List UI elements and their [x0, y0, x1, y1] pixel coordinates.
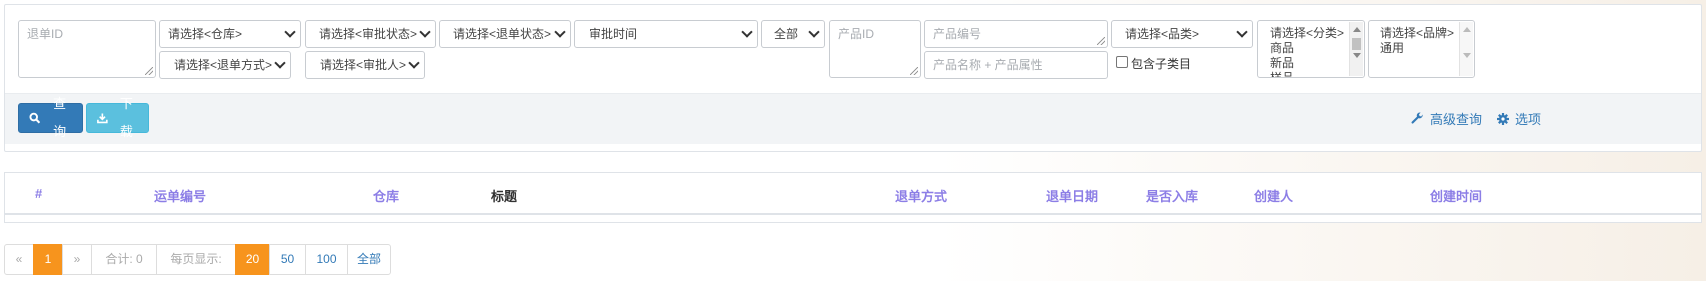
brand-option[interactable]: 通用 — [1380, 41, 1466, 56]
wrench-icon — [1411, 112, 1423, 124]
product-id-placeholder: 产品ID — [838, 27, 875, 41]
page-size-20-button[interactable]: 20 — [235, 244, 270, 275]
classification-option[interactable]: 请选择<分类> — [1270, 26, 1356, 41]
return-id-placeholder: 退单ID — [27, 27, 64, 41]
options-link[interactable]: 选项 — [1497, 109, 1541, 128]
query-button-label: 查询 — [53, 96, 67, 139]
resize-grip-icon[interactable] — [145, 67, 153, 75]
chevron-down-icon — [284, 26, 296, 38]
return-method-select-value: 请选择<退单方式> — [174, 58, 273, 72]
chevron-down-icon — [741, 26, 753, 38]
scroll-thumb[interactable] — [1352, 38, 1361, 50]
chevron-down-icon — [408, 57, 420, 69]
chevron-down-icon — [419, 26, 431, 38]
scroll-up-icon[interactable] — [1463, 27, 1471, 32]
approval-status-select-value: 请选择<审批状态> — [319, 27, 418, 41]
total-count: 合计: 0 — [91, 244, 157, 275]
advanced-query-link[interactable]: 高级查询 — [1411, 109, 1482, 128]
include-subcategory-checkbox[interactable] — [1116, 56, 1128, 68]
category-select[interactable]: 请选择<品类> — [1111, 20, 1253, 48]
page-1-button[interactable]: 1 — [33, 244, 63, 275]
product-name-placeholder: 产品名称 + 产品属性 — [933, 58, 1043, 72]
options-label: 选项 — [1515, 112, 1542, 127]
product-name-input[interactable]: 产品名称 + 产品属性 — [924, 51, 1108, 79]
gear-icon — [1497, 112, 1509, 125]
approval-time-select-value: 审批时间 — [589, 27, 638, 41]
query-button[interactable]: 查询 — [18, 96, 83, 139]
return-status-select[interactable]: 请选择<退单状态> — [439, 20, 571, 48]
next-page-button[interactable]: » — [62, 244, 92, 275]
column-header-warehouse[interactable]: 仓库 — [373, 186, 399, 205]
per-page-label: 每页显示: — [156, 244, 236, 275]
classification-option[interactable]: 样品 — [1270, 71, 1356, 77]
column-header-title: 标题 — [491, 189, 518, 204]
approval-status-select[interactable]: 请选择<审批状态> — [305, 20, 436, 48]
approver-select-value: 请选择<审批人> — [320, 58, 407, 72]
scroll-up-icon[interactable] — [1353, 27, 1361, 32]
advanced-query-label: 高级查询 — [1430, 112, 1483, 127]
prev-page-button[interactable]: « — [4, 244, 34, 275]
all-select[interactable]: 全部 — [761, 20, 825, 48]
column-header-stocked[interactable]: 是否入库 — [1146, 186, 1198, 205]
all-select-value: 全部 — [774, 27, 799, 41]
product-code-textarea[interactable]: 产品编号 — [924, 20, 1108, 48]
search-icon — [29, 112, 41, 124]
pagination: « 1 » 合计: 0 每页显示: 20 50 100 全部 — [4, 244, 391, 275]
column-header-creator[interactable]: 创建人 — [1254, 186, 1293, 205]
page-size-50-button[interactable]: 50 — [269, 244, 306, 275]
resize-grip-icon[interactable] — [910, 67, 918, 75]
download-button-label: 下载 — [119, 96, 133, 139]
chevron-down-icon — [554, 26, 566, 38]
column-header-index[interactable]: # — [35, 186, 42, 201]
chevron-down-icon — [274, 57, 286, 69]
chevron-down-icon — [808, 26, 820, 38]
chevron-down-icon — [1236, 26, 1248, 38]
resize-grip-icon[interactable] — [1097, 37, 1105, 45]
classification-option[interactable]: 商品 — [1270, 41, 1356, 56]
download-button[interactable]: 下载 — [86, 96, 149, 139]
warehouse-select[interactable]: 请选择<仓库> — [159, 20, 301, 48]
scroll-down-icon[interactable] — [1353, 53, 1361, 58]
return-status-select-value: 请选择<退单状态> — [453, 27, 552, 41]
scrollbar[interactable] — [1459, 22, 1473, 76]
warehouse-select-value: 请选择<仓库> — [168, 27, 243, 41]
column-header-return-method[interactable]: 退单方式 — [895, 186, 947, 205]
approver-select[interactable]: 请选择<审批人> — [305, 51, 425, 79]
brand-listbox[interactable]: 请选择<品牌> 通用 — [1368, 20, 1475, 78]
product-id-textarea[interactable]: 产品ID — [829, 20, 921, 78]
page-size-100-button[interactable]: 100 — [305, 244, 348, 275]
data-table: # 运单编号 仓库 标题 退单方式 退单日期 是否入库 创建人 创建时间 — [4, 172, 1702, 223]
category-select-value: 请选择<品类> — [1125, 27, 1200, 41]
product-code-placeholder: 产品编号 — [933, 27, 982, 41]
download-icon — [97, 113, 108, 124]
column-header-waybill-number[interactable]: 运单编号 — [154, 186, 206, 205]
classification-listbox[interactable]: 请选择<分类> 商品 新品 样品 — [1257, 20, 1365, 78]
column-header-return-date[interactable]: 退单日期 — [1046, 186, 1098, 205]
brand-option[interactable]: 请选择<品牌> — [1380, 26, 1466, 41]
table-header-divider — [5, 213, 1701, 215]
return-id-textarea[interactable]: 退单ID — [18, 20, 156, 78]
include-subcategory-label: 包含子类目 — [1131, 57, 1192, 71]
approval-time-select[interactable]: 审批时间 — [574, 20, 758, 48]
page-size-all-button[interactable]: 全部 — [347, 244, 391, 275]
scroll-down-icon[interactable] — [1463, 53, 1471, 58]
return-method-select[interactable]: 请选择<退单方式> — [159, 51, 291, 79]
classification-option[interactable]: 新品 — [1270, 56, 1356, 71]
resize-grip-icon[interactable] — [1354, 67, 1362, 75]
column-header-created-time[interactable]: 创建时间 — [1430, 186, 1482, 205]
